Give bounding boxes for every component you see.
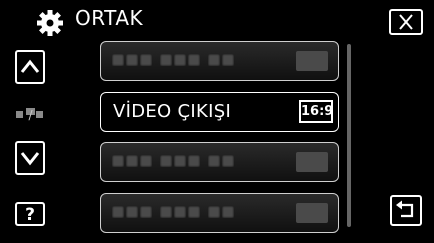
help-button[interactable]: ?: [15, 202, 45, 226]
chevron-down-icon: [20, 152, 40, 166]
menu-item-label: VİDEO ÇIKIŞI: [113, 101, 232, 122]
page-dot: [16, 111, 23, 118]
chevron-up-icon: [20, 59, 40, 73]
close-button[interactable]: [389, 9, 423, 35]
hidden-value: [296, 152, 328, 172]
hidden-value: [296, 51, 328, 71]
aspect-ratio-icon: 16:9: [299, 100, 333, 123]
help-label: ?: [25, 205, 35, 225]
header: ORTAK: [0, 0, 434, 40]
page-indicator: /: [16, 107, 46, 123]
menu-item[interactable]: [100, 193, 339, 233]
page-dot: [36, 111, 43, 118]
back-icon: [396, 200, 414, 218]
close-icon: [399, 14, 413, 30]
page-title: ORTAK: [75, 6, 144, 30]
scroll-up-button[interactable]: [15, 50, 45, 84]
back-button[interactable]: [390, 195, 422, 226]
gear-icon: [37, 10, 63, 36]
menu-item[interactable]: [100, 41, 339, 81]
scrollbar[interactable]: [347, 44, 351, 227]
menu-item[interactable]: [100, 142, 339, 182]
menu-item-video-output[interactable]: VİDEO ÇIKIŞI 16:9: [100, 92, 339, 132]
hidden-value: [296, 203, 328, 223]
scroll-down-button[interactable]: [15, 141, 45, 175]
page-separator: /: [26, 108, 35, 122]
